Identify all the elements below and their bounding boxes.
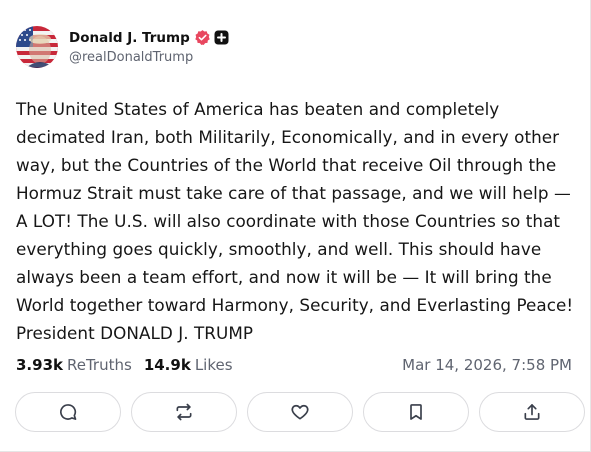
action-bar [15, 392, 585, 432]
post-text: The United States of America has beaten … [16, 99, 574, 343]
like-button[interactable] [247, 392, 353, 432]
retruths-count: 3.93k [16, 356, 63, 374]
author-info: Donald J. Trump @realDonaldTrump [69, 28, 229, 65]
retruth-icon [174, 402, 194, 422]
plus-badge-icon [214, 30, 229, 45]
share-icon [522, 402, 542, 422]
reply-button[interactable] [15, 392, 121, 432]
post-timestamp[interactable]: Mar 14, 2026, 7:58 PM [402, 356, 572, 374]
like-icon [290, 402, 310, 422]
share-button[interactable] [479, 392, 585, 432]
likes-count: 14.9k [143, 356, 191, 374]
retruth-button[interactable] [131, 392, 237, 432]
retruths-label: ReTruths [67, 356, 132, 374]
likes-label: Likes [194, 356, 233, 374]
post-header: Donald J. Trump @realDonaldTrump [16, 26, 229, 68]
bookmark-icon [406, 402, 426, 422]
post-stats: 3.93k ReTruths 14.9k Likes [16, 356, 245, 374]
verified-badge-icon [194, 29, 211, 46]
author-handle[interactable]: @realDonaldTrump [69, 50, 229, 65]
reply-icon [58, 402, 78, 422]
display-name[interactable]: Donald J. Trump [69, 30, 190, 46]
likes-stat[interactable]: 14.9k Likes [144, 356, 233, 374]
name-row: Donald J. Trump [69, 28, 229, 48]
bookmark-button[interactable] [363, 392, 469, 432]
post-card: Donald J. Trump @realDonaldTrump The Uni… [0, 0, 591, 452]
avatar[interactable] [16, 26, 58, 68]
retruths-stat[interactable]: 3.93k ReTruths [16, 356, 132, 374]
